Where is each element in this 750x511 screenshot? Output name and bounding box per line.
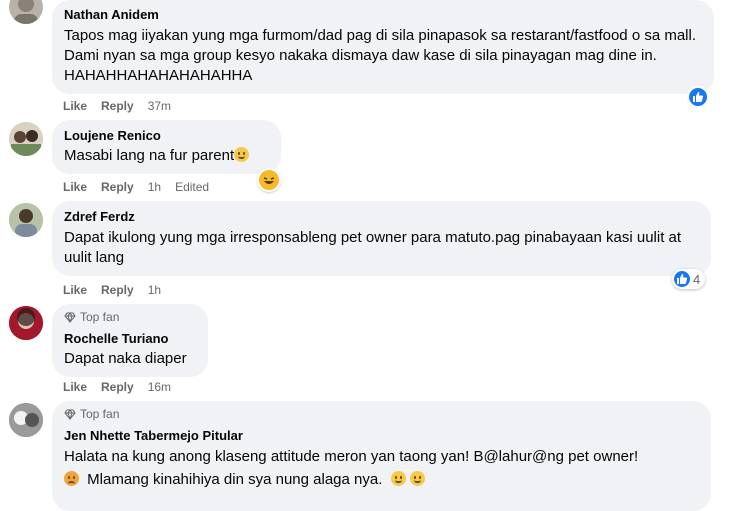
reply-link[interactable]: Reply [101,99,134,113]
top-fan-badge: Top fan [64,310,196,325]
reply-link[interactable]: Reply [101,180,134,194]
like-thumb-icon[interactable] [687,86,709,108]
avatar[interactable] [9,122,43,156]
comment-text-content: Mlamang kinahihiya din sya nung alaga ny… [87,471,383,488]
comment-text: Dapat ikulong yung mga irresponsableng p… [64,229,682,266]
like-link[interactable]: Like [63,99,87,113]
comment-author[interactable]: Zdref Ferdz [64,208,699,225]
comment-actions: Like Reply 37m [63,99,171,113]
reply-link[interactable]: Reply [101,380,134,394]
comment-author[interactable]: Jen Nhette Tabermejo Pitular [64,427,699,444]
comment-time[interactable]: 16m [148,380,171,394]
like-link[interactable]: Like [63,380,87,394]
comment-bubble: Loujene Renico Masabi lang na fur parent [52,120,281,174]
reaction-count-pill[interactable]: 4 [672,269,706,289]
like-thumb-icon [674,271,690,287]
laugh-reaction-icon[interactable] [257,168,281,192]
angry-emoji-icon [64,471,79,486]
comment-bubble: Nathan Anidem Tapos mag iiyakan yung mga… [52,0,714,94]
comment-actions: Like Reply 1h Edited [63,180,209,194]
diamond-icon [64,312,76,323]
comment-actions: Like Reply 1h [63,283,161,297]
comment-actions: Like Reply 16m [63,380,171,394]
comment-bubble: Zdref Ferdz Dapat ikulong yung mga irres… [52,201,711,276]
avatar[interactable] [9,306,43,340]
comment-bubble: Top fan Jen Nhette Tabermejo Pitular Hal… [52,401,711,511]
grin-emoji-icon [234,147,250,162]
top-fan-label: Top fan [80,310,120,324]
comment-bubble: Top fan Rochelle Turiano Dapat naka diap… [52,304,208,377]
comment-author[interactable]: Rochelle Turiano [64,330,196,347]
comment-text-line-2: Mlamang kinahihiya din sya nung alaga ny… [64,470,699,490]
comment-text-line-1: Halata na kung anong klaseng attitude me… [64,448,639,465]
diamond-icon [64,409,76,420]
top-fan-badge: Top fan [64,407,699,422]
comment-time[interactable]: 1h [148,283,161,297]
comment-text-content: Masabi lang na fur parent [64,147,235,164]
smirk-emoji-icon [390,471,406,486]
comment-text: Tapos mag iiyakan yung mga furmom/dad pa… [64,27,697,84]
avatar[interactable] [9,0,43,24]
comment-time[interactable]: 1h [148,180,161,194]
reply-link[interactable]: Reply [101,283,134,297]
comment-author[interactable]: Loujene Renico [64,127,269,144]
comment-text: Masabi lang na fur parent [64,146,269,166]
top-fan-label: Top fan [80,407,120,421]
comment-text: Dapat naka diaper [64,350,187,367]
edited-label[interactable]: Edited [175,180,209,194]
like-link[interactable]: Like [63,283,87,297]
comment-author[interactable]: Nathan Anidem [64,6,702,23]
smirk-emoji-icon [409,471,425,486]
like-link[interactable]: Like [63,180,87,194]
avatar[interactable] [9,403,43,437]
avatar[interactable] [9,203,43,237]
comment-time[interactable]: 37m [148,99,171,113]
reaction-count: 4 [693,271,701,287]
